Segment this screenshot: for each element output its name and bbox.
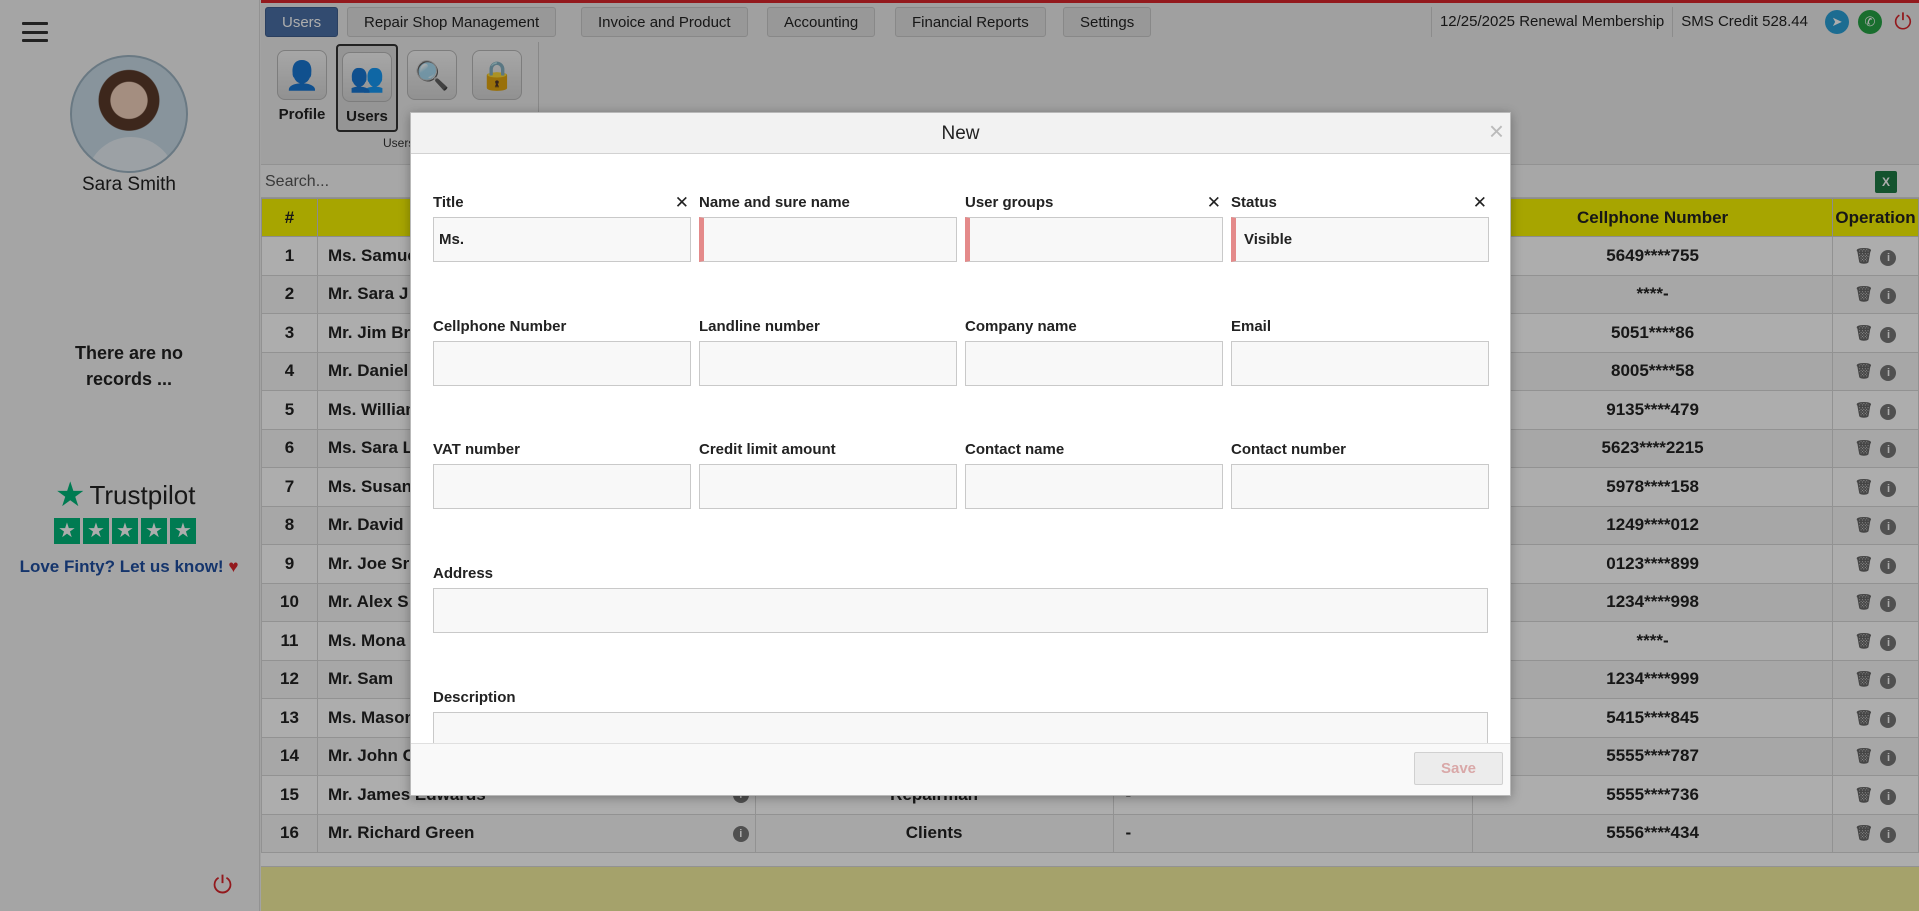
- address-field: Address: [433, 564, 1488, 633]
- credit-limit-input[interactable]: [699, 464, 957, 509]
- credit-limit-field: Credit limit amount: [699, 440, 957, 509]
- dialog-body: Title ✕ Name and sure name User groups ✕…: [411, 155, 1510, 745]
- cellphone-label: Cellphone Number: [433, 318, 567, 335]
- title-label: Title: [433, 194, 464, 211]
- description-field: Description: [433, 688, 1488, 745]
- description-label: Description: [433, 689, 516, 706]
- contact-number-field: Contact number: [1231, 440, 1489, 509]
- vat-input[interactable]: [433, 464, 691, 509]
- email-label: Email: [1231, 318, 1272, 335]
- email-input[interactable]: [1231, 341, 1489, 386]
- landline-input[interactable]: [699, 341, 957, 386]
- contact-number-label: Contact number: [1231, 441, 1347, 458]
- contact-name-label: Contact name: [965, 441, 1065, 458]
- user-groups-label: User groups: [965, 194, 1054, 211]
- address-input[interactable]: [433, 588, 1488, 633]
- status-select[interactable]: [1231, 217, 1489, 262]
- clear-title-icon[interactable]: ✕: [675, 193, 689, 213]
- user-groups-select[interactable]: [965, 217, 1223, 262]
- clear-status-icon[interactable]: ✕: [1473, 193, 1487, 213]
- new-user-dialog: New × Title ✕ Name and sure name User gr…: [410, 112, 1511, 796]
- company-input[interactable]: [965, 341, 1223, 386]
- vat-label: VAT number: [433, 441, 520, 458]
- contact-number-input[interactable]: [1231, 464, 1489, 509]
- status-field: Status ✕: [1231, 193, 1489, 262]
- address-label: Address: [433, 565, 494, 582]
- dialog-title: New: [941, 123, 980, 144]
- title-field: Title ✕: [433, 193, 691, 262]
- dialog-header: New ×: [411, 113, 1510, 154]
- clear-user-groups-icon[interactable]: ✕: [1207, 193, 1221, 213]
- contact-name-field: Contact name: [965, 440, 1223, 509]
- cellphone-input[interactable]: [433, 341, 691, 386]
- name-label: Name and sure name: [699, 194, 850, 211]
- email-field: Email: [1231, 317, 1489, 386]
- name-input[interactable]: [699, 217, 957, 262]
- contact-name-input[interactable]: [965, 464, 1223, 509]
- company-label: Company name: [965, 318, 1077, 335]
- company-field: Company name: [965, 317, 1223, 386]
- save-button[interactable]: Save: [1414, 752, 1503, 785]
- close-icon[interactable]: ×: [1489, 116, 1504, 146]
- title-input[interactable]: [433, 217, 691, 262]
- status-label: Status: [1231, 194, 1277, 211]
- user-groups-field: User groups ✕: [965, 193, 1223, 262]
- cellphone-field: Cellphone Number: [433, 317, 691, 386]
- credit-limit-label: Credit limit amount: [699, 441, 836, 458]
- dialog-footer: Save: [411, 743, 1510, 795]
- description-input[interactable]: [433, 712, 1488, 745]
- landline-label: Landline number: [699, 318, 820, 335]
- name-field: Name and sure name: [699, 193, 957, 262]
- landline-field: Landline number: [699, 317, 957, 386]
- vat-field: VAT number: [433, 440, 691, 509]
